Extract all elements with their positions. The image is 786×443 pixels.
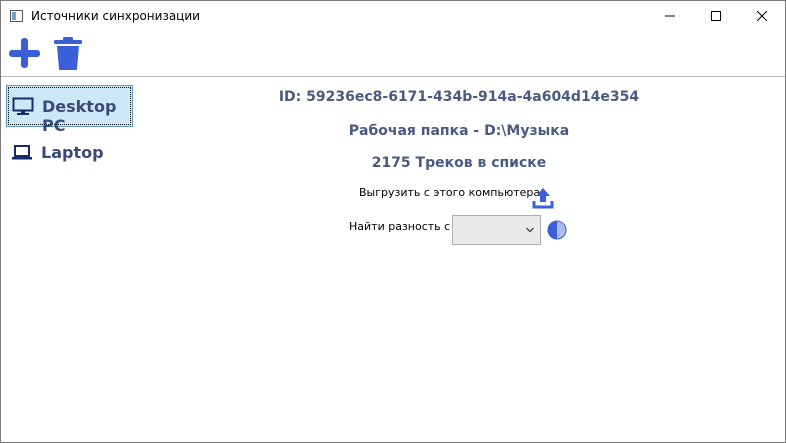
compare-button[interactable]	[547, 220, 567, 240]
sidebar-item-laptop[interactable]: Laptop	[6, 132, 133, 174]
maximize-icon	[711, 11, 721, 21]
sync-sources-window: Источники синхронизации Desktop PC Lapto…	[0, 0, 786, 443]
sidebar-item-label: Laptop	[41, 143, 104, 162]
delete-source-button[interactable]	[50, 35, 86, 71]
add-source-button[interactable]	[6, 35, 42, 71]
diff-label: Найти разность с	[349, 220, 451, 233]
close-button[interactable]	[739, 1, 785, 31]
contrast-icon	[547, 220, 567, 240]
track-count: 2175 Треков в списке	[371, 155, 547, 171]
upload-label: Выгрузить с этого компьютера	[359, 186, 541, 199]
compare-source-select[interactable]	[452, 215, 541, 245]
source-id: ID: 59236ec8-6171-434b-914a-4a604d14e354	[278, 89, 640, 105]
upload-button[interactable]	[532, 187, 554, 209]
chevron-down-icon	[526, 227, 534, 233]
upload-icon	[532, 188, 554, 209]
toolbar	[1, 31, 785, 76]
desktop-icon	[12, 97, 34, 115]
working-folder: Рабочая папка - D:\Музыка	[348, 123, 570, 139]
title-bar[interactable]: Источники синхронизации	[1, 1, 785, 31]
minimize-button[interactable]	[647, 1, 693, 31]
plus-icon	[9, 38, 40, 68]
app-icon	[10, 10, 23, 22]
sources-list: Desktop PC Laptop	[1, 77, 141, 437]
window-title: Источники синхронизации	[31, 9, 200, 23]
close-icon	[757, 11, 767, 21]
sidebar-item-desktop-pc[interactable]: Desktop PC	[6, 85, 133, 135]
sidebar-item-label: Desktop PC	[42, 97, 117, 135]
trash-icon	[54, 37, 82, 70]
laptop-icon	[11, 143, 33, 161]
maximize-button[interactable]	[693, 1, 739, 31]
source-details: ID: 59236ec8-6171-434b-914a-4a604d14e354…	[141, 77, 785, 437]
minimize-icon	[665, 15, 675, 17]
